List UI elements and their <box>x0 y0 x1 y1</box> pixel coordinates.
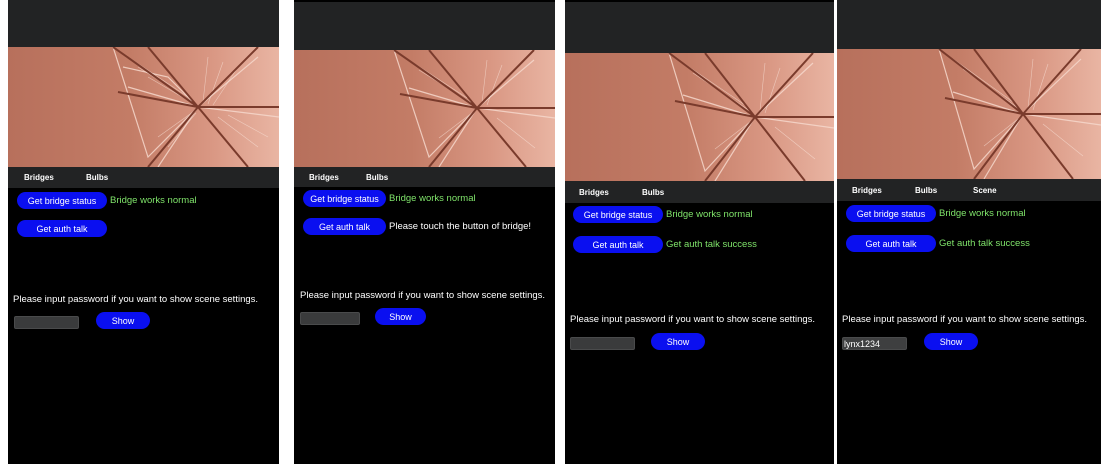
tab-bulbs[interactable]: Bulbs <box>86 167 108 188</box>
status-bar <box>837 0 1101 49</box>
tab-scene[interactable]: Scene <box>973 179 997 201</box>
password-value: lynx1234 <box>844 339 881 349</box>
tab-bulbs[interactable]: Bulbs <box>366 167 388 187</box>
tab-bar: Bridges Bulbs <box>565 181 834 203</box>
auth-talk-message: Get auth talk success <box>939 238 1030 249</box>
dome-illustration <box>393 50 555 167</box>
get-bridge-status-button[interactable]: Get bridge status <box>303 190 386 207</box>
hero-image <box>837 49 1101 179</box>
password-input[interactable] <box>14 316 79 329</box>
show-button[interactable]: Show <box>375 308 426 325</box>
dome-illustration <box>112 47 279 167</box>
show-button[interactable]: Show <box>651 333 705 350</box>
password-prompt: Please input password if you want to sho… <box>13 294 259 305</box>
phone-screen-3: Bridges Bulbs Get bridge status Bridge w… <box>565 0 834 464</box>
password-prompt: Please input password if you want to sho… <box>570 314 816 325</box>
tab-bridges[interactable]: Bridges <box>852 179 882 201</box>
get-auth-talk-button[interactable]: Get auth talk <box>846 235 936 252</box>
dome-illustration <box>668 53 834 181</box>
password-prompt: Please input password if you want to sho… <box>842 314 1088 325</box>
phone-screen-1: Bridges Bulbs Get bridge status Bridge w… <box>8 0 279 464</box>
auth-talk-message: Please touch the button of bridge! <box>389 221 532 232</box>
phone-screen-2: Bridges Bulbs Get bridge status Bridge w… <box>294 0 555 464</box>
hero-image <box>8 47 279 167</box>
get-auth-talk-button[interactable]: Get auth talk <box>573 236 663 253</box>
bridge-status-message: Bridge works normal <box>110 195 197 206</box>
get-bridge-status-button[interactable]: Get bridge status <box>573 206 663 223</box>
password-input[interactable]: lynx1234 <box>842 337 907 350</box>
tab-bar: Bridges Bulbs <box>8 167 279 188</box>
tab-bridges[interactable]: Bridges <box>309 167 339 187</box>
hero-image <box>565 53 834 181</box>
get-auth-talk-button[interactable]: Get auth talk <box>303 218 386 235</box>
tab-bulbs[interactable]: Bulbs <box>915 179 937 201</box>
get-bridge-status-button[interactable]: Get bridge status <box>846 205 936 222</box>
tab-bar: Bridges Bulbs Scene <box>837 179 1101 201</box>
get-auth-talk-button[interactable]: Get auth talk <box>17 220 107 237</box>
tab-bridges[interactable]: Bridges <box>24 167 54 188</box>
get-bridge-status-button[interactable]: Get bridge status <box>17 192 107 209</box>
show-button[interactable]: Show <box>96 312 150 329</box>
bridge-status-message: Bridge works normal <box>389 193 476 204</box>
auth-talk-message: Get auth talk success <box>666 239 757 250</box>
tab-bridges[interactable]: Bridges <box>579 181 609 203</box>
phone-screen-4: Bridges Bulbs Scene Get bridge status Br… <box>837 0 1101 464</box>
tab-bulbs[interactable]: Bulbs <box>642 181 664 203</box>
hero-image <box>294 50 555 167</box>
bridge-status-message: Bridge works normal <box>666 209 753 220</box>
password-input[interactable] <box>570 337 635 350</box>
show-button[interactable]: Show <box>924 333 978 350</box>
tab-bar: Bridges Bulbs <box>294 167 555 187</box>
dome-illustration <box>938 49 1101 179</box>
status-bar <box>565 2 834 53</box>
bridge-status-message: Bridge works normal <box>939 208 1026 219</box>
password-prompt: Please input password if you want to sho… <box>300 290 546 301</box>
status-bar <box>294 2 555 50</box>
password-input[interactable] <box>300 312 360 325</box>
status-bar <box>8 0 279 47</box>
